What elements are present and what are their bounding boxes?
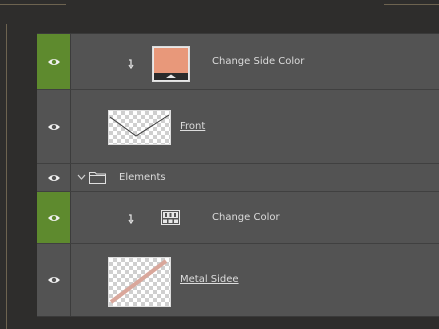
visibility-toggle[interactable] — [37, 192, 71, 243]
visibility-toggle[interactable] — [37, 164, 71, 191]
eye-icon — [47, 174, 60, 181]
visibility-toggle[interactable] — [37, 34, 71, 89]
solid-color-swatch-icon — [152, 46, 190, 82]
visibility-toggle[interactable] — [37, 90, 71, 163]
layer-name[interactable]: Front — [180, 121, 205, 132]
clipping-arrow-icon — [128, 59, 134, 69]
eye-icon — [47, 123, 60, 130]
gradient-map-icon — [161, 210, 180, 225]
layer-name[interactable]: Change Side Color — [212, 56, 304, 67]
layers-panel: Change Side Color Front Elements Change … — [37, 33, 439, 317]
diagonal-stripe-shape-icon — [109, 259, 168, 304]
visibility-toggle[interactable] — [37, 244, 71, 316]
folder-icon — [89, 172, 106, 184]
layer-row-change-side-color[interactable]: Change Side Color — [37, 34, 439, 90]
layer-row-front[interactable]: Front — [37, 90, 439, 164]
layer-thumbnail — [108, 110, 171, 145]
frame-top-left-line — [0, 4, 66, 5]
chevron-shape-icon — [109, 114, 170, 137]
eye-icon — [47, 58, 60, 65]
frame-top-right-line — [384, 4, 439, 5]
eye-icon — [47, 214, 60, 221]
frame-left-line — [6, 24, 7, 329]
layer-row-elements-group[interactable]: Elements — [37, 164, 439, 192]
clipping-arrow-icon — [128, 214, 134, 224]
layer-thumbnail — [108, 257, 171, 307]
layer-row-metal-sidee[interactable]: Metal Sidee — [37, 244, 439, 316]
layer-row-change-color[interactable]: Change Color — [37, 192, 439, 244]
layer-name[interactable]: Elements — [119, 172, 166, 183]
chevron-down-icon[interactable] — [77, 174, 86, 180]
eye-icon — [47, 277, 60, 283]
layer-name[interactable]: Metal Sidee — [180, 274, 239, 285]
layer-name[interactable]: Change Color — [212, 212, 280, 223]
